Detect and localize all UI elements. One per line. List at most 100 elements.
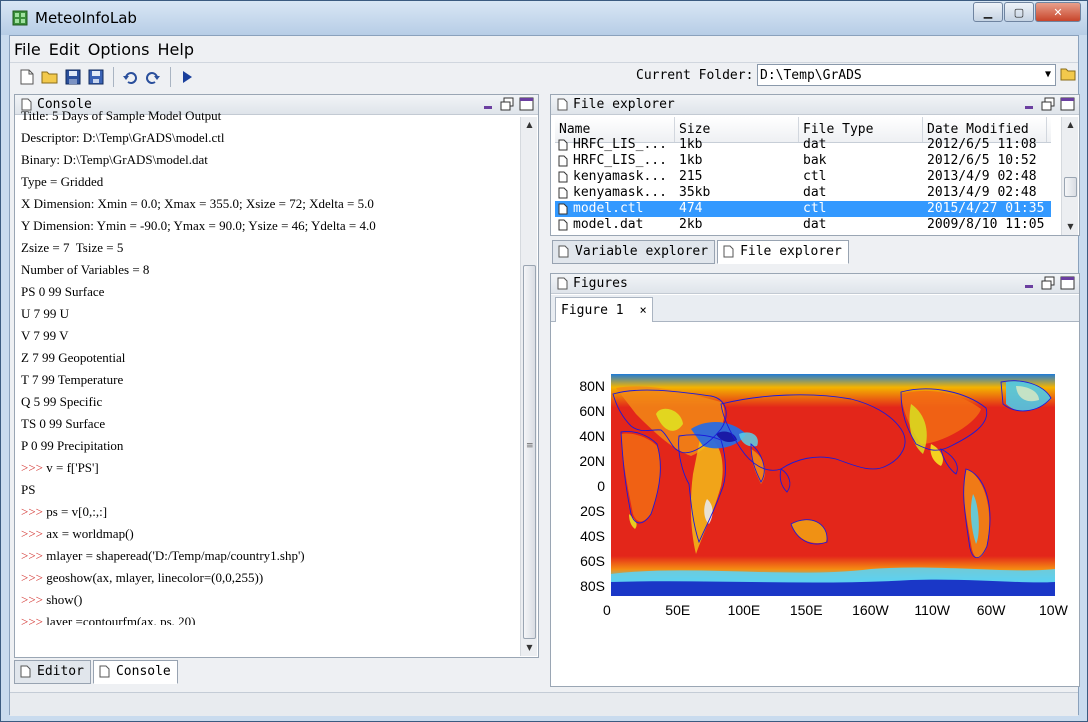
tab-file-explorer[interactable]: File explorer bbox=[717, 240, 849, 264]
file-row[interactable]: kenyamask... 215 ctl 2013/4/9 02:48 bbox=[555, 169, 1051, 185]
scroll-up-icon[interactable]: ▲ bbox=[1062, 117, 1079, 133]
run-button[interactable] bbox=[176, 66, 198, 88]
menu-help[interactable]: Help bbox=[158, 40, 194, 59]
console-line: PS 0 99 Surface bbox=[21, 281, 511, 303]
console-line: >>> ax = worldmap() bbox=[21, 523, 511, 545]
tab-console[interactable]: Console bbox=[92, 660, 178, 684]
console-line: X Dimension: Xmin = 0.0; Xmax = 355.0; X… bbox=[21, 193, 511, 215]
main-window: MeteoInfoLab ▁ ▢ ✕ File Edit Options Hel… bbox=[0, 0, 1088, 722]
new-file-button[interactable] bbox=[16, 66, 38, 88]
console-line-text: Number of Variables = 8 bbox=[21, 262, 150, 277]
console-line: Z 7 99 Geopotential bbox=[21, 347, 511, 369]
chevron-down-icon[interactable]: ▼ bbox=[1045, 69, 1051, 80]
document-icon bbox=[557, 277, 568, 290]
tab-editor[interactable]: Editor bbox=[14, 660, 91, 684]
console-prompt: >>> bbox=[21, 614, 47, 625]
document-icon bbox=[558, 245, 569, 258]
console-line: Type = Gridded bbox=[21, 171, 511, 193]
console-output[interactable]: Title: 5 Days of Sample Model Output Desc… bbox=[21, 105, 511, 625]
scroll-down-icon[interactable]: ▼ bbox=[1062, 219, 1079, 235]
minimize-panel-icon[interactable] bbox=[1022, 97, 1037, 111]
console-line-text: V 7 99 V bbox=[21, 328, 69, 343]
console-line-text: Descriptor: D:\Temp\GrADS\model.ctl bbox=[21, 130, 225, 145]
scrollbar-thumb[interactable] bbox=[1064, 177, 1077, 197]
open-button[interactable] bbox=[39, 66, 61, 88]
tab-variable-explorer[interactable]: Variable explorer bbox=[552, 240, 716, 264]
close-button[interactable]: ✕ bbox=[1035, 2, 1081, 22]
console-line-text: Type = Gridded bbox=[21, 174, 104, 189]
float-panel-icon[interactable] bbox=[1041, 276, 1056, 290]
file-type: ctl bbox=[803, 169, 827, 184]
file-scrollbar[interactable]: ▲ ▼ bbox=[1061, 117, 1078, 235]
browse-folder-icon[interactable] bbox=[1060, 66, 1076, 82]
file-date: 2009/8/10 11:05 bbox=[927, 217, 1045, 232]
maximize-panel-icon[interactable] bbox=[1060, 97, 1075, 111]
tab-figure-1[interactable]: Figure 1 × bbox=[555, 297, 653, 323]
lon-tick-label: 160W bbox=[852, 602, 889, 618]
console-line: TS 0 99 Surface bbox=[21, 413, 511, 435]
scroll-up-icon[interactable]: ▲ bbox=[521, 117, 538, 133]
file-size: 215 bbox=[679, 169, 703, 184]
console-line: V 7 99 V bbox=[21, 325, 511, 347]
file-explorer-title: File explorer bbox=[573, 97, 675, 112]
save-all-button[interactable] bbox=[85, 66, 107, 88]
file-name: HRFC_LIS_... bbox=[555, 153, 675, 169]
console-line-text: geoshow(ax, mlayer, linecolor=(0,0,255)) bbox=[46, 570, 264, 585]
file-row[interactable]: kenyamask... 35kb dat 2013/4/9 02:48 bbox=[555, 185, 1051, 201]
maximize-panel-icon[interactable] bbox=[1060, 276, 1075, 290]
lat-tick-label: 20S bbox=[580, 503, 605, 519]
menu-file[interactable]: File bbox=[14, 40, 41, 59]
scroll-down-icon[interactable]: ▼ bbox=[521, 640, 538, 656]
console-line: U 7 99 U bbox=[21, 303, 511, 325]
file-row[interactable]: model.ctl 474 ctl 2015/4/27 01:35 bbox=[555, 201, 1051, 217]
file-icon bbox=[558, 139, 568, 151]
undo-button[interactable] bbox=[119, 66, 141, 88]
client-area: File Edit Options Help Current Folder: D… bbox=[9, 35, 1080, 716]
close-tab-icon[interactable]: × bbox=[639, 303, 646, 317]
menu-options[interactable]: Options bbox=[88, 40, 150, 59]
console-line-text: TS 0 99 Surface bbox=[21, 416, 106, 431]
console-scrollbar[interactable]: ▲ ≡ ▼ bbox=[520, 117, 537, 656]
console-line-text: ps = v[0,:,:] bbox=[46, 504, 108, 519]
file-type: dat bbox=[803, 137, 827, 152]
figure-canvas[interactable]: 80N 60N 40N 20N 0 20S 40S 60S 80S 0 50E 100E 150E 16… bbox=[551, 322, 1079, 686]
file-size: 1kb bbox=[679, 153, 703, 168]
minimize-button[interactable]: ▁ bbox=[973, 2, 1003, 22]
file-date: 2013/4/9 02:48 bbox=[927, 185, 1037, 200]
console-line: Binary: D:\Temp\GrADS\model.dat bbox=[21, 149, 511, 171]
file-icon bbox=[558, 155, 568, 167]
console-panel: Console Title: 5 Days of Sample Model Ou… bbox=[14, 94, 539, 658]
minimize-panel-icon[interactable] bbox=[1022, 276, 1037, 290]
run-icon bbox=[183, 70, 192, 83]
app-icon bbox=[12, 10, 28, 26]
document-icon bbox=[557, 98, 568, 111]
file-row[interactable]: model.dat 2kb dat 2009/8/10 11:05 bbox=[555, 217, 1051, 233]
console-line: PS bbox=[21, 479, 511, 501]
file-row[interactable]: HRFC_LIS_... 1kb dat 2012/6/5 11:08 bbox=[555, 137, 1051, 153]
save-button[interactable] bbox=[62, 66, 84, 88]
lon-tick-label: 100E bbox=[727, 602, 761, 618]
lon-tick-label: 0 bbox=[603, 602, 611, 618]
lat-tick-label: 20N bbox=[579, 453, 605, 469]
console-line-text: mlayer = shaperead('D:/Temp/map/country1… bbox=[46, 548, 305, 563]
file-explorer-header: File explorer bbox=[551, 95, 1079, 115]
scrollbar-thumb[interactable]: ≡ bbox=[523, 265, 536, 639]
float-panel-icon[interactable] bbox=[1041, 97, 1056, 111]
menu-edit[interactable]: Edit bbox=[49, 40, 80, 59]
window-title: MeteoInfoLab bbox=[35, 9, 137, 27]
console-line-text: v = f['PS'] bbox=[46, 460, 99, 475]
document-icon bbox=[99, 665, 110, 678]
lat-tick-label: 60N bbox=[579, 403, 605, 419]
maximize-button[interactable]: ▢ bbox=[1004, 2, 1034, 22]
redo-button[interactable] bbox=[142, 66, 164, 88]
current-folder-select[interactable]: D:\Temp\GrADS ▼ bbox=[757, 64, 1056, 86]
maximize-panel-icon[interactable] bbox=[519, 97, 534, 111]
console-line: Y Dimension: Ymin = -90.0; Ymax = 90.0; … bbox=[21, 215, 511, 237]
console-line-text: Binary: D:\Temp\GrADS\model.dat bbox=[21, 152, 208, 167]
world-map-plot bbox=[611, 374, 1055, 596]
console-line: >>> ps = v[0,:,:] bbox=[21, 501, 511, 523]
console-line-text: Q 5 99 Specific bbox=[21, 394, 103, 409]
file-row[interactable]: HRFC_LIS_... 1kb bak 2012/6/5 10:52 bbox=[555, 153, 1051, 169]
grip-icon: ≡ bbox=[526, 441, 534, 451]
console-line-text: PS 0 99 Surface bbox=[21, 284, 105, 299]
